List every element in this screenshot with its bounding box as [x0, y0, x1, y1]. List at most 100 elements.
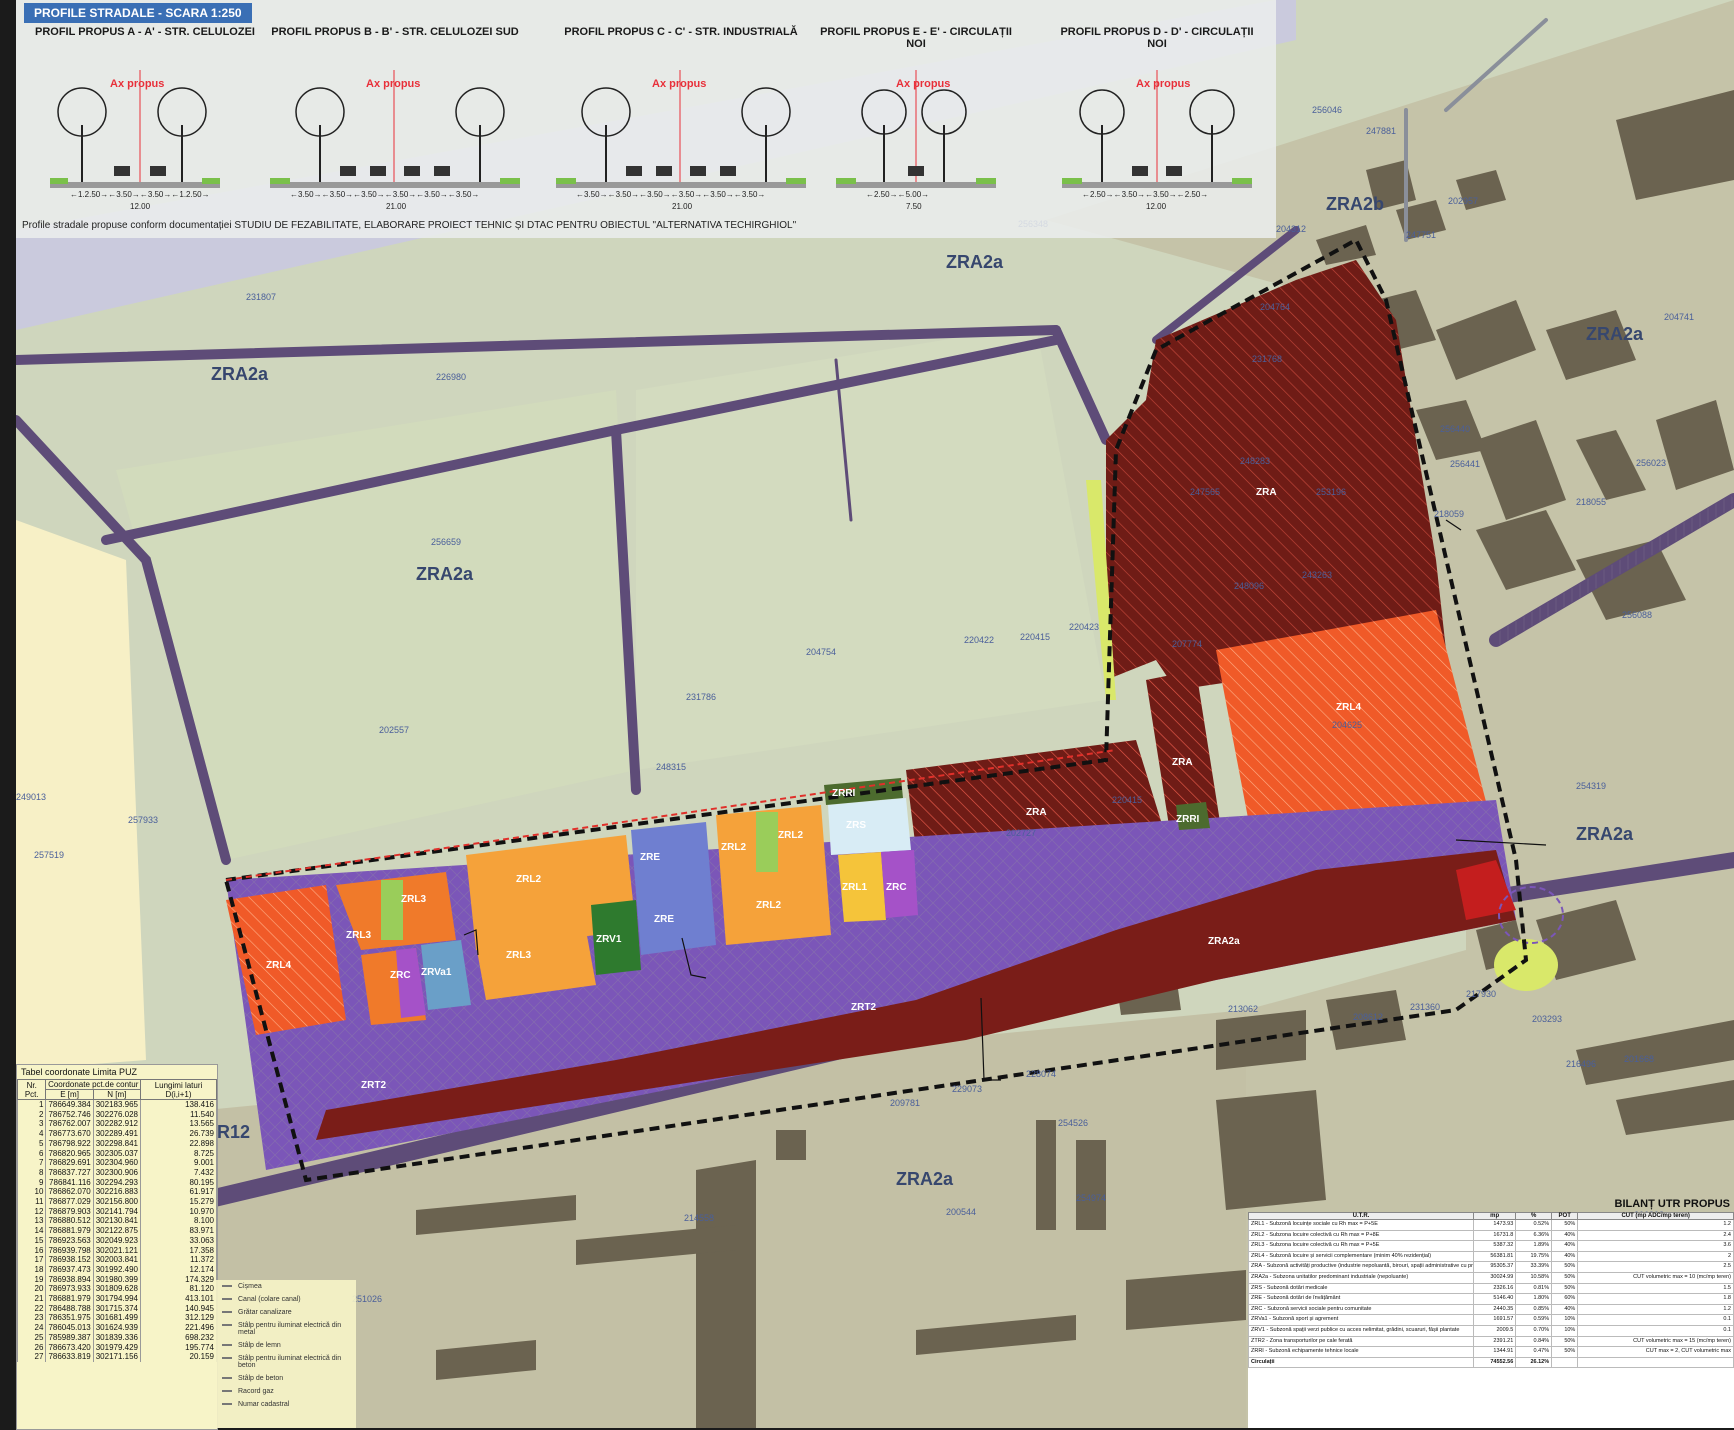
label-zrl2-d: ZRL2 — [756, 900, 781, 911]
profile-title: PROFIL PROPUS C - C' - STR. INDUSTRIALĂ — [564, 26, 798, 38]
zone-green-strip-b — [756, 812, 778, 872]
table-cell: 22.898 — [139, 1138, 218, 1149]
parcel-number: 247881 — [1366, 126, 1396, 136]
profile-drawing — [270, 70, 520, 188]
parcel-number: 249013 — [16, 792, 46, 802]
zone-zre[interactable] — [631, 822, 716, 955]
parcel-number: 256088 — [1622, 610, 1652, 620]
label-zrri-b: ZRRI — [1176, 814, 1200, 825]
table-row: 24 786045.013 301624.939 221.496 — [16, 1323, 218, 1333]
table-cell: 302156.800 — [92, 1197, 141, 1207]
table-cell: 17 — [16, 1255, 47, 1265]
profile-total: 21.00 — [672, 202, 693, 211]
field-center — [636, 325, 1106, 770]
table-cell: 302171.156 — [92, 1352, 141, 1362]
table-cell: 786923.563 — [45, 1235, 94, 1246]
table-cell: 786880.512 — [45, 1216, 94, 1227]
table-cell: 302282.912 — [92, 1119, 141, 1130]
parcel-number: 251026 — [352, 1294, 382, 1304]
table-cell: 8 — [16, 1167, 47, 1178]
table-row: ZRL4 - Subzonă locuire și servicii compl… — [1248, 1250, 1734, 1263]
table-cell: 302305.037 — [92, 1148, 141, 1159]
map-legend: Cișmea Canal (colare canal) Grătar canal… — [216, 1280, 356, 1428]
table-row: 11 786877.029 302156.800 15.279 — [16, 1197, 218, 1207]
table-cell: 786939.798 — [45, 1245, 94, 1256]
zone-zrs[interactable] — [828, 798, 911, 855]
table-cell: 786837.727 — [45, 1167, 94, 1178]
parcel-number: 201668 — [1624, 1054, 1654, 1064]
table-cell: 0.47% — [1515, 1346, 1553, 1358]
table-cell: ZRL2 - Subzona locuire colectivă cu Rh m… — [1248, 1229, 1474, 1242]
table-cell: 50% — [1551, 1261, 1579, 1273]
table-row: 19 786938.894 301980.399 174.329 — [16, 1274, 218, 1285]
label-zrt2-a: ZRT2 — [851, 1002, 876, 1013]
table-cell: 8.100 — [139, 1216, 218, 1227]
parcel-number: 254974 — [1076, 1193, 1106, 1203]
table-cell: 786798.922 — [45, 1138, 94, 1149]
legend-item: Numar cadastral — [216, 1398, 356, 1411]
table-cell: 6 — [16, 1148, 47, 1159]
parcel-number: 202557 — [379, 725, 409, 735]
table-row: Circulații 74552.56 26.12% — [1248, 1356, 1734, 1369]
table-cell: 74552.56 — [1472, 1356, 1517, 1369]
table-cell: 40% — [1551, 1303, 1579, 1316]
table-cell: 15.279 — [139, 1197, 218, 1207]
table-cell: 312.129 — [139, 1313, 218, 1324]
table-cell: 95305.37 — [1472, 1261, 1517, 1273]
legend-item: Racord gaz — [216, 1385, 356, 1398]
label-zrl2-c: ZRL2 — [778, 830, 803, 841]
table-cell: 301794.994 — [92, 1294, 141, 1304]
parcel-number: 218055 — [1576, 497, 1606, 507]
table-cell: 56381.81 — [1472, 1250, 1517, 1263]
table-cell: 302141.794 — [92, 1206, 141, 1217]
parcel-number: 248096 — [1234, 581, 1264, 591]
profile-title: PROFIL PROPUS D - D' - CIRCULAȚII NOI — [1060, 26, 1254, 50]
legend-item: Canal (colare canal) — [216, 1293, 356, 1306]
legend-item: Stâlp de beton — [216, 1372, 356, 1385]
table-cell: 20 — [16, 1284, 47, 1295]
label-zra2a-n: ZRA2a — [946, 252, 1004, 272]
profile-drawing — [50, 70, 220, 188]
label-zrl3-a: ZRL3 — [401, 894, 426, 905]
table-cell: 301624.939 — [92, 1323, 141, 1333]
label-zrl3-c: ZRL3 — [506, 950, 531, 961]
parcel-number: 214558 — [684, 1213, 714, 1223]
street-profiles-panel: PROFILE STRADALE - SCARA 1:250 PROFIL PR… — [16, 0, 1276, 238]
parcel-number: 217930 — [1466, 989, 1496, 999]
table-row: 9 786841.116 302294.293 80.195 — [16, 1177, 218, 1188]
table-row: ZRL1 - Subzonă locuințe sociale cu Rh ma… — [1248, 1219, 1734, 1231]
table-cell: 2009.5 — [1472, 1324, 1517, 1337]
table-cell: 0.81% — [1515, 1282, 1553, 1295]
parcel-number: 256659 — [431, 537, 461, 547]
table-cell: 27 — [16, 1352, 47, 1362]
profile-e: PROFIL PROPUS E - E' - CIRCULAȚII NOI Ax… — [816, 20, 1016, 211]
table-cell: ZRC - Subzonă servicii sociale pentru co… — [1248, 1303, 1474, 1316]
profile-c: PROFIL PROPUS C - C' - STR. INDUSTRIALĂ … — [556, 20, 806, 211]
label-zra2a-s: ZRA2a — [896, 1169, 954, 1189]
table-cell: 10% — [1551, 1324, 1579, 1337]
table-row: 14 786881.979 302122.875 83.971 — [16, 1226, 218, 1236]
table-cell: 1691.57 — [1472, 1314, 1517, 1326]
profile-drawing — [836, 70, 996, 188]
table-cell: 33.39% — [1515, 1261, 1553, 1273]
table-cell: 302298.841 — [92, 1138, 141, 1149]
table-cell: 11 — [16, 1197, 47, 1207]
parcel-number: 204625 — [1332, 720, 1362, 730]
bilant-grid: U.T.R. mp % POT CUT (mp ADC/mp teren) ZR… — [1248, 1212, 1734, 1369]
col-header: Nr. Pct. — [16, 1079, 47, 1100]
table-cell: 2 — [1577, 1250, 1734, 1263]
table-cell: 50% — [1551, 1271, 1579, 1284]
table-cell: 25 — [16, 1332, 47, 1343]
table-row: ZRL3 - Subzona locuire colectivă cu Rh m… — [1248, 1240, 1734, 1252]
table-cell: ZTR2 - Zona transporturilor pe cale fera… — [1248, 1335, 1474, 1348]
table-cell: ZRL1 - Subzonă locuințe sociale cu Rh ma… — [1248, 1219, 1474, 1231]
table-cell: 3.6 — [1577, 1240, 1734, 1252]
label-zra-strip: ZRA — [1172, 757, 1193, 768]
table-cell: 60% — [1551, 1293, 1579, 1305]
table-cell: 2326.16 — [1472, 1282, 1517, 1295]
table-cell: 26 — [16, 1342, 47, 1353]
table-cell: 13.565 — [139, 1119, 218, 1130]
table-cell: 8.725 — [139, 1148, 218, 1159]
table-cell: 0.52% — [1515, 1219, 1553, 1231]
col-subheader: N [m] — [92, 1089, 141, 1100]
